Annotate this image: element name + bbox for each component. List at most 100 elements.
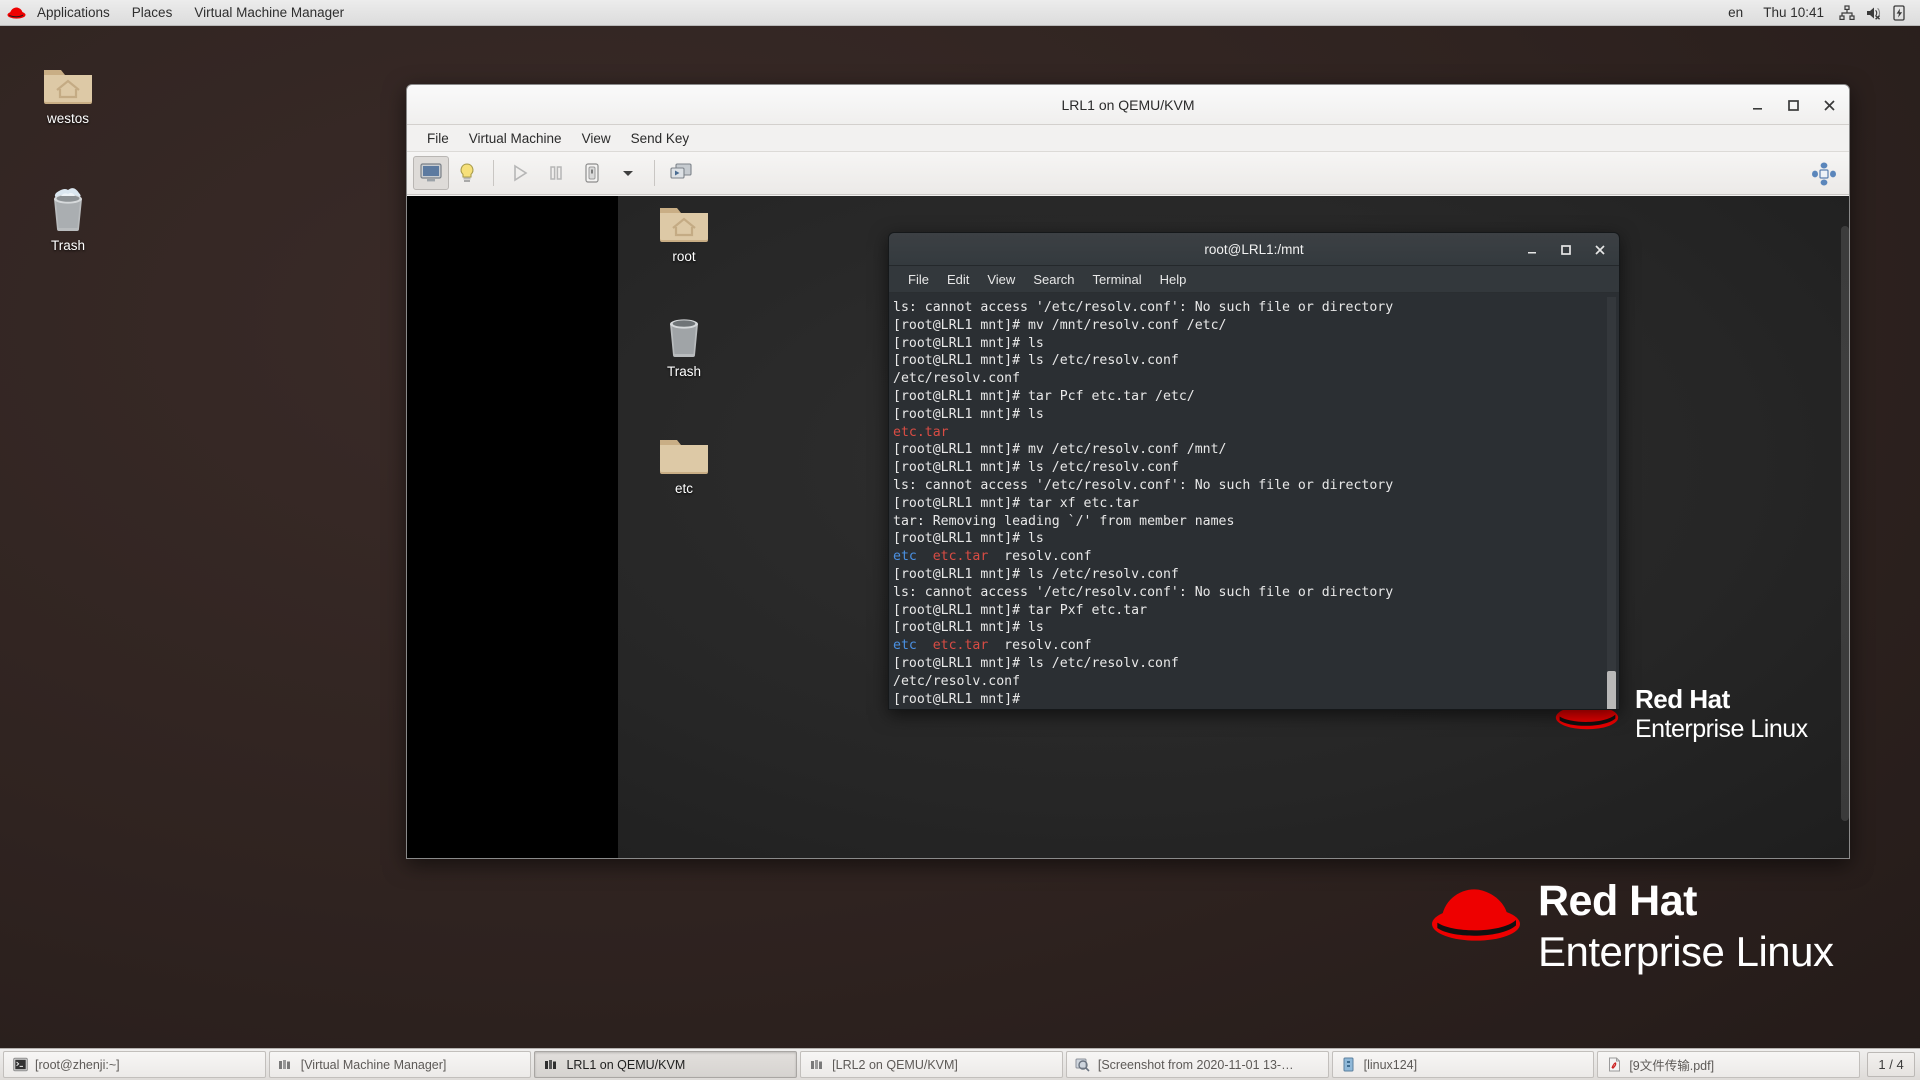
menu-places[interactable]: Places <box>121 0 184 26</box>
top-panel-status-area: en Thu 10:41 <box>1718 0 1920 25</box>
terminal-line: [root@LRL1 mnt]# ls <box>893 619 1615 637</box>
keyboard-layout-indicator[interactable]: en <box>1718 0 1753 26</box>
vm-menubar: File Virtual Machine View Send Key <box>407 125 1849 152</box>
terminal-line: [root@LRL1 mnt]# ls /etc/resolv.conf <box>893 459 1615 477</box>
home-folder-icon <box>20 48 116 106</box>
terminal-menu-file[interactable]: File <box>899 266 938 293</box>
terminal-menu-help[interactable]: Help <box>1151 266 1196 293</box>
desktop-icon-westos[interactable]: westos <box>20 48 116 126</box>
terminal-output[interactable]: ls: cannot access '/etc/resolv.conf': No… <box>889 294 1619 709</box>
taskbar-item-linux124[interactable]: [linux124] <box>1332 1051 1595 1078</box>
terminal-line: ls: cannot access '/etc/resolv.conf': No… <box>893 299 1615 317</box>
terminal-line: [root@LRL1 mnt]# ls /etc/resolv.conf <box>893 655 1615 673</box>
vmm-icon <box>809 1057 825 1073</box>
trash-empty-icon <box>636 301 732 359</box>
vm-menu-virtual-machine[interactable]: Virtual Machine <box>459 125 572 152</box>
network-icon[interactable] <box>1834 0 1860 26</box>
redhat-logo-icon[interactable] <box>0 5 26 20</box>
show-details-button[interactable] <box>449 156 485 190</box>
terminal-line: /etc/resolv.conf <box>893 370 1615 388</box>
minimize-icon[interactable] <box>1523 241 1541 259</box>
folder-icon <box>636 418 732 476</box>
home-folder-icon <box>636 196 732 244</box>
terminal-line: [root@LRL1 mnt]# tar xf etc.tar <box>893 495 1615 513</box>
close-icon[interactable] <box>1591 241 1609 259</box>
taskbar: [root@zhenji:~] [Virtual Machine Manager… <box>0 1048 1920 1080</box>
maximize-icon[interactable] <box>1557 241 1575 259</box>
vm-menu-file[interactable]: File <box>417 125 459 152</box>
guest-desktop-icon-root[interactable]: root <box>636 196 732 264</box>
terminal-titlebar[interactable]: root@LRL1:/mnt <box>889 233 1619 266</box>
terminal-line: [root@LRL1 mnt]# tar Pcf etc.tar /etc/ <box>893 388 1615 406</box>
terminal-line: [root@LRL1 mnt]# <box>893 691 1615 709</box>
terminal-scrollbar-track[interactable] <box>1607 297 1616 705</box>
trash-full-icon <box>20 175 116 233</box>
terminal-line: etc etc.tar resolv.conf <box>893 637 1615 655</box>
terminal-line: [root@LRL1 mnt]# ls <box>893 406 1615 424</box>
taskbar-item-lrl1[interactable]: LRL1 on QEMU/KVM <box>534 1051 797 1078</box>
vm-menu-view[interactable]: View <box>572 125 621 152</box>
terminal-icon <box>12 1057 28 1073</box>
taskbar-item-label: [Screenshot from 2020-11-01 13-… <box>1098 1058 1294 1072</box>
terminal-line: ls: cannot access '/etc/resolv.conf': No… <box>893 477 1615 495</box>
terminal-line: tar: Removing leading `/' from member na… <box>893 513 1615 531</box>
taskbar-item-label: [root@zhenji:~] <box>35 1058 120 1072</box>
guest-desktop-icon-trash[interactable]: Trash <box>636 301 732 379</box>
toolbar-separator <box>654 160 655 186</box>
branding-line-1: Red Hat <box>1538 880 1834 923</box>
taskbar-item-lrl2[interactable]: [LRL2 on QEMU/KVM] <box>800 1051 1063 1078</box>
menu-applications[interactable]: Applications <box>26 0 121 26</box>
volume-muted-icon[interactable] <box>1860 0 1886 26</box>
terminal-line: ls: cannot access '/etc/resolv.conf': No… <box>893 584 1615 602</box>
terminal-menu-search[interactable]: Search <box>1024 266 1083 293</box>
guest-desktop-icon-label: root <box>636 249 732 264</box>
redhat-hat-icon <box>1428 880 1524 944</box>
terminal-line: /etc/resolv.conf <box>893 673 1615 691</box>
menu-virtual-machine-manager[interactable]: Virtual Machine Manager <box>183 0 355 26</box>
terminal-line: [root@LRL1 mnt]# tar Pxf etc.tar <box>893 602 1615 620</box>
taskbar-item-screenshot[interactable]: [Screenshot from 2020-11-01 13-… <box>1066 1051 1329 1078</box>
guest-desktop-icon-etc[interactable]: etc <box>636 418 732 496</box>
terminal-menu-edit[interactable]: Edit <box>938 266 978 293</box>
desktop-icon-trash[interactable]: Trash <box>20 175 116 253</box>
desktop-icon-label: westos <box>20 111 116 126</box>
shutdown-menu-button[interactable] <box>610 156 646 190</box>
run-button[interactable] <box>502 156 538 190</box>
desktop-icon-label: Trash <box>20 238 116 253</box>
terminal-line: etc.tar <box>893 424 1615 442</box>
close-icon[interactable] <box>1819 95 1839 115</box>
taskbar-item-label: [LRL2 on QEMU/KVM] <box>832 1058 958 1072</box>
terminal-line: etc etc.tar resolv.conf <box>893 548 1615 566</box>
terminal-line: [root@LRL1 mnt]# ls /etc/resolv.conf <box>893 566 1615 584</box>
branding-line-2: Enterprise Linux <box>1635 717 1808 742</box>
terminal-line: [root@LRL1 mnt]# ls <box>893 530 1615 548</box>
archive-icon <box>1341 1057 1357 1073</box>
clock[interactable]: Thu 10:41 <box>1753 0 1834 26</box>
show-console-button[interactable] <box>413 156 449 190</box>
top-panel: Applications Places Virtual Machine Mana… <box>0 0 1920 26</box>
taskbar-item-vmm[interactable]: [Virtual Machine Manager] <box>269 1051 532 1078</box>
shutdown-button[interactable] <box>574 156 610 190</box>
vm-window-titlebar[interactable]: LRL1 on QEMU/KVM <box>407 85 1849 125</box>
gnome-terminal-window[interactable]: root@LRL1:/mnt File Edit View Search Ter… <box>888 232 1620 710</box>
vmm-icon <box>278 1057 294 1073</box>
taskbar-item-terminal[interactable]: [root@zhenji:~] <box>3 1051 266 1078</box>
maximize-icon[interactable] <box>1783 95 1803 115</box>
terminal-line: [root@LRL1 mnt]# mv /mnt/resolv.conf /et… <box>893 317 1615 335</box>
terminal-menu-terminal[interactable]: Terminal <box>1084 266 1151 293</box>
taskbar-item-label: [Virtual Machine Manager] <box>301 1058 447 1072</box>
fullscreen-button[interactable] <box>1811 152 1837 195</box>
battery-icon[interactable] <box>1886 0 1912 26</box>
vmm-icon <box>543 1057 559 1073</box>
terminal-line: [root@LRL1 mnt]# mv /etc/resolv.conf /mn… <box>893 441 1615 459</box>
guest-vertical-scrollbar[interactable] <box>1841 226 1849 821</box>
workspace-pager[interactable]: 1 / 4 <box>1867 1052 1915 1077</box>
vm-menu-send-key[interactable]: Send Key <box>621 125 700 152</box>
terminal-menu-view[interactable]: View <box>978 266 1024 293</box>
snapshots-button[interactable] <box>663 156 699 190</box>
minimize-icon[interactable] <box>1747 95 1767 115</box>
terminal-scrollbar-thumb[interactable] <box>1607 671 1616 710</box>
pause-button[interactable] <box>538 156 574 190</box>
desktop-redhat-branding: Red Hat Enterprise Linux <box>1428 880 1834 973</box>
taskbar-item-pdf[interactable]: [9文件传输.pdf] <box>1597 1051 1860 1078</box>
